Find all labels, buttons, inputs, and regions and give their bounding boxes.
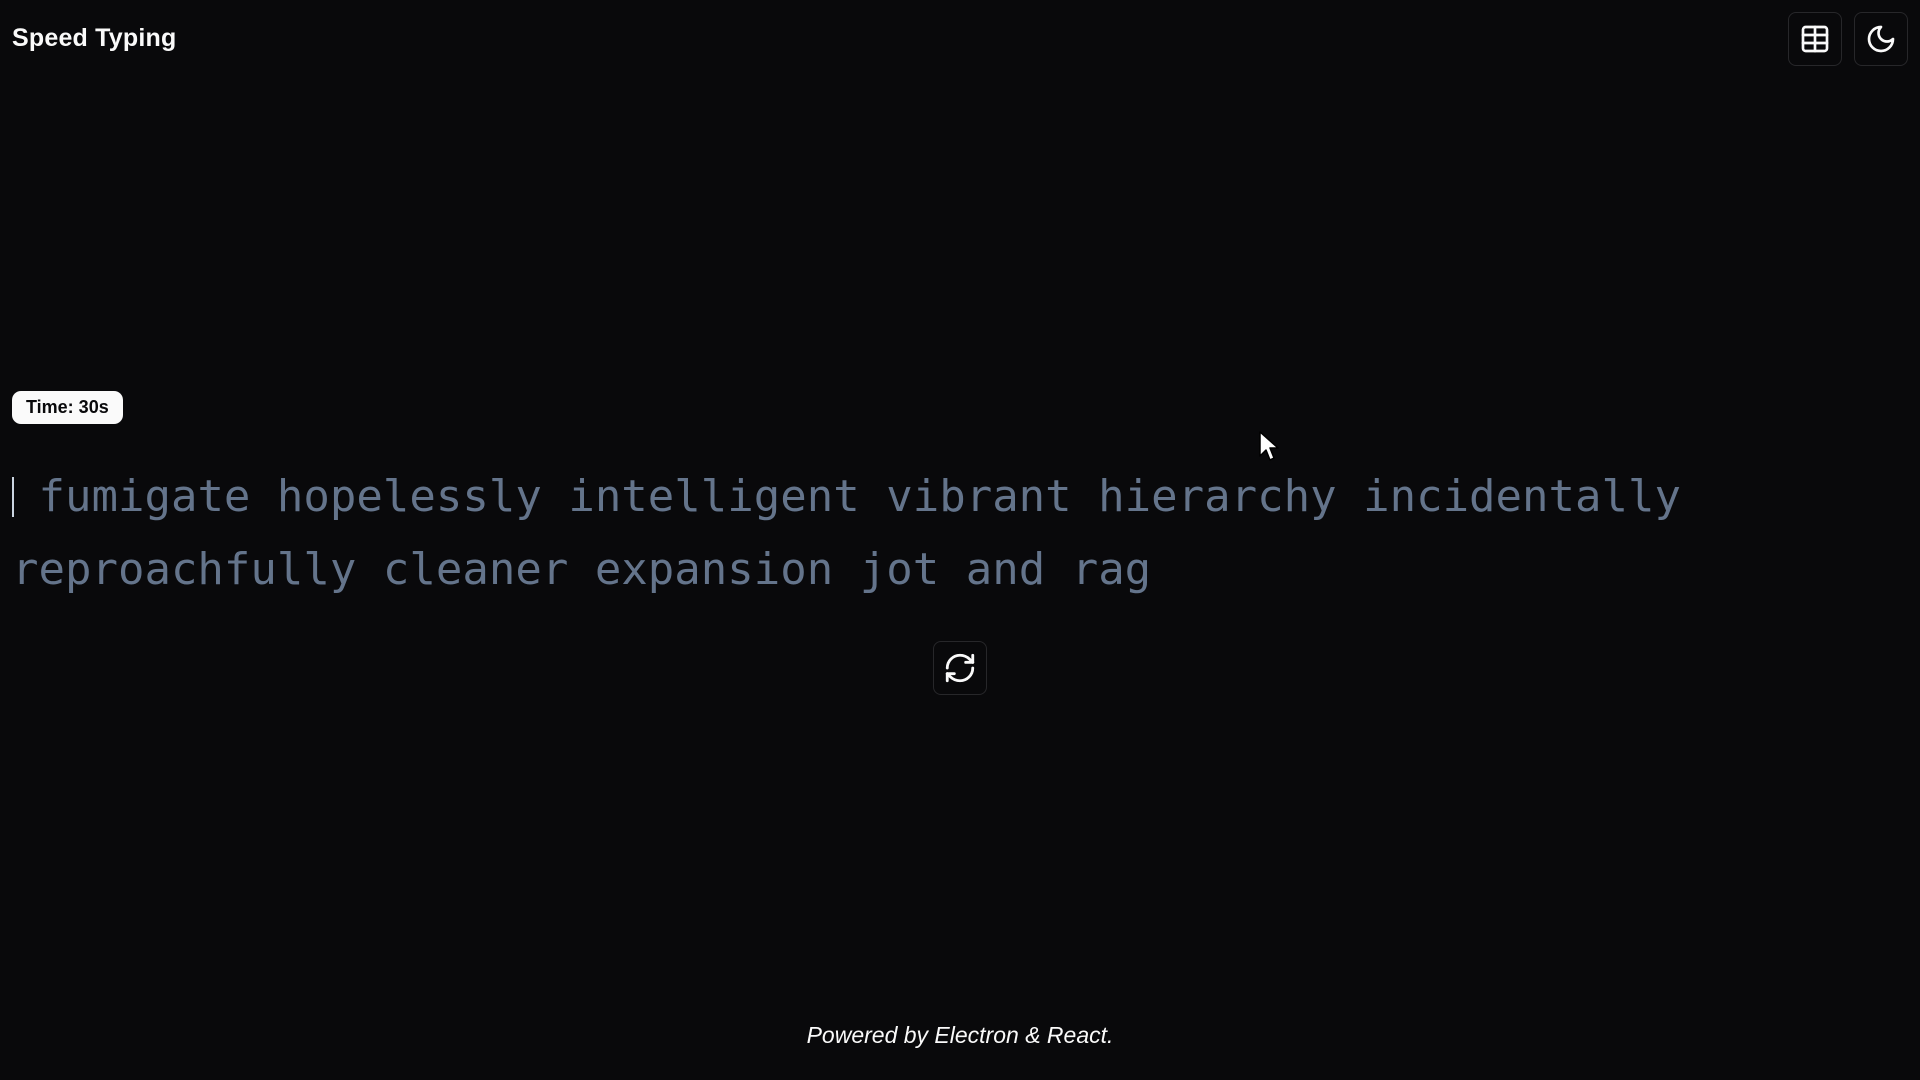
- typing-word: incidentally: [1363, 471, 1681, 522]
- leaderboard-table-button[interactable]: [1788, 12, 1842, 66]
- typing-word: cleaner: [382, 544, 569, 595]
- table-icon: [1801, 25, 1829, 53]
- typing-word: hopelessly: [276, 471, 542, 522]
- app-title: Speed Typing: [12, 24, 177, 52]
- moon-icon: [1867, 25, 1895, 53]
- typing-word: expansion: [594, 544, 834, 595]
- typing-word: reproachfully: [12, 544, 357, 595]
- typing-caret: [12, 477, 14, 517]
- typing-word: hierarchy: [1098, 471, 1337, 522]
- typing-word: rag: [1071, 544, 1152, 595]
- refresh-icon: [945, 653, 975, 683]
- typing-word: jot: [859, 544, 940, 595]
- restart-button[interactable]: [933, 641, 987, 695]
- typing-text-area[interactable]: fumigate hopelessly intelligent vibrant …: [12, 460, 1912, 606]
- header: Speed Typing: [0, 0, 1920, 78]
- theme-toggle-button[interactable]: [1854, 12, 1908, 66]
- timer-badge: Time: 30s: [12, 391, 123, 424]
- typing-word: intelligent: [568, 471, 860, 522]
- mouse-pointer-icon: [1259, 431, 1279, 461]
- footer-credit: Powered by Electron & React.: [806, 1022, 1114, 1048]
- typing-word: fumigate: [38, 471, 251, 522]
- speed-typing-app: Speed Typing Time: 30s fumigate hopeless…: [0, 0, 1920, 1080]
- typing-word: vibrant: [886, 471, 1072, 522]
- typing-word: and: [965, 544, 1046, 595]
